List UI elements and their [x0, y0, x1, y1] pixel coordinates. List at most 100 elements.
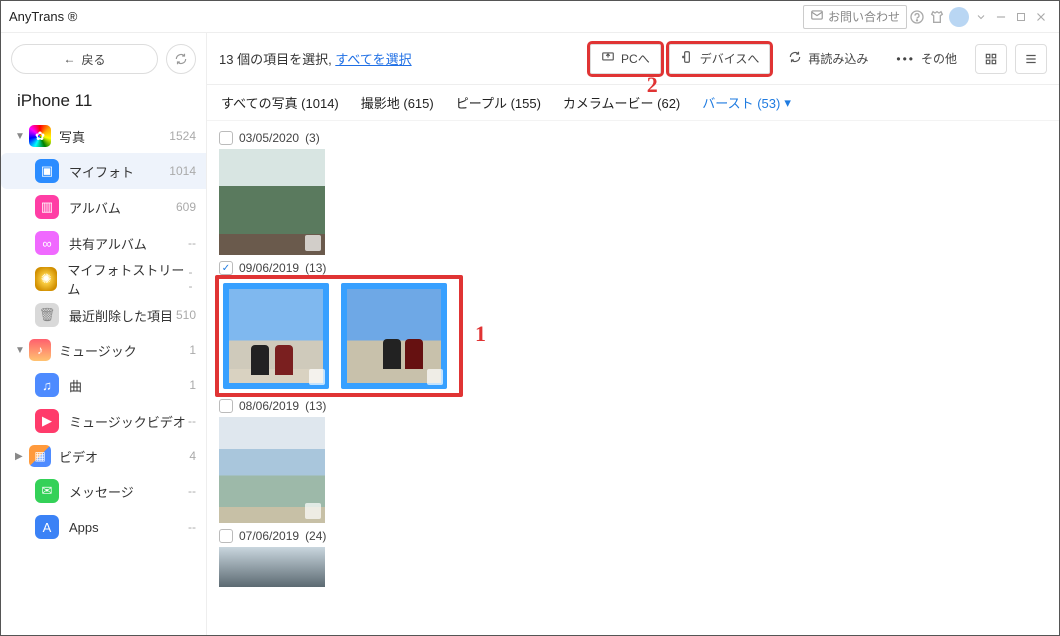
annotation-1: 1 — [475, 321, 486, 347]
device-icon — [680, 50, 694, 67]
item-count: -- — [189, 265, 196, 293]
video-icon: ▶ — [35, 409, 59, 433]
sidebar-section-photos[interactable]: ▼ ✿ 写真 1524 — [1, 119, 206, 153]
flower-icon: ✿ — [29, 125, 51, 147]
sidebar-item-deleted[interactable]: 🗑 最近削除した項目 510 — [1, 297, 206, 333]
close-icon[interactable] — [1031, 7, 1051, 27]
date-count: (13) — [305, 399, 326, 413]
item-count: -- — [188, 520, 196, 534]
date-group-header[interactable]: 07/06/2019 (24) — [219, 529, 1049, 543]
help-icon[interactable] — [907, 7, 927, 27]
stack-icon — [309, 369, 325, 385]
item-label: Apps — [69, 520, 99, 535]
chevron-down-icon: ▾ — [784, 95, 791, 111]
apps-icon: A — [35, 515, 59, 539]
trash-icon: 🗑 — [35, 303, 59, 327]
item-label: マイフォトストリーム — [67, 260, 188, 298]
select-all-link[interactable]: すべてを選択 — [335, 52, 411, 67]
sidebar-section-video[interactable]: ▶ ▦ ビデオ 4 — [1, 439, 206, 473]
minimize-icon[interactable] — [991, 7, 1011, 27]
photo-thumb[interactable] — [219, 417, 325, 523]
checkbox-icon[interactable] — [219, 399, 233, 413]
section-label: ミュージック — [59, 341, 137, 360]
date-count: (24) — [305, 529, 326, 543]
checkbox-checked-icon[interactable]: ✓ — [219, 261, 233, 275]
date-label: 03/05/2020 — [239, 131, 299, 145]
item-label: マイフォト — [69, 162, 134, 181]
date-group-header[interactable]: ✓ 09/06/2019 (13) — [219, 261, 1049, 275]
stack-icon — [305, 235, 321, 251]
to-device-button[interactable]: デバイスへ — [669, 44, 771, 74]
to-pc-button[interactable]: PCへ — [590, 44, 661, 74]
back-button[interactable]: ← 戻る — [11, 44, 158, 74]
date-group-header[interactable]: 08/06/2019 (13) — [219, 399, 1049, 413]
stack-icon — [305, 503, 321, 519]
selection-text: 13 個の項目を選択, すべてを選択 — [219, 49, 412, 68]
sidebar-item-messages[interactable]: ✉ メッセージ -- — [1, 473, 206, 509]
checkbox-icon[interactable] — [219, 529, 233, 543]
sidebar-item-apps[interactable]: A Apps -- — [1, 509, 206, 545]
video-tiles-icon: ▦ — [29, 445, 51, 467]
date-group-header[interactable]: 03/05/2020 (3) — [219, 131, 1049, 145]
tab-burst[interactable]: バースト (53) ▾ — [702, 93, 791, 112]
to-pc-label: PCへ — [621, 50, 650, 67]
main-panel: 13 個の項目を選択, すべてを選択 PCへ デバイスへ — [207, 33, 1059, 635]
tab-all-photos[interactable]: すべての写真 (1014) — [221, 93, 339, 112]
tshirt-icon[interactable] — [927, 7, 947, 27]
list-view-button[interactable] — [1015, 44, 1047, 74]
date-label: 08/06/2019 — [239, 399, 299, 413]
device-name: iPhone 11 — [1, 85, 206, 119]
checkbox-icon[interactable] — [219, 131, 233, 145]
photo-thumb-selected[interactable] — [341, 283, 447, 389]
photo-thumb-selected[interactable] — [223, 283, 329, 389]
sidebar-section-music[interactable]: ▼ ♪ ミュージック 1 — [1, 333, 206, 367]
tab-camera[interactable]: カメラムービー (62) — [563, 93, 680, 112]
date-count: (13) — [305, 261, 326, 275]
chevron-down-icon[interactable] — [971, 7, 991, 27]
app-window: AnyTrans ® お問い合わせ — [0, 0, 1060, 636]
grid-view-button[interactable] — [975, 44, 1007, 74]
date-label: 07/06/2019 — [239, 529, 299, 543]
photo-thumb[interactable] — [219, 149, 325, 255]
stack-icon — [427, 369, 443, 385]
item-label: 最近削除した項目 — [69, 306, 173, 325]
tabs: すべての写真 (1014) 撮影地 (615) ピープル (155) カメラムー… — [207, 85, 1059, 121]
item-count: -- — [188, 236, 196, 250]
photo-icon: ▣ — [35, 159, 59, 183]
section-label: 写真 — [59, 127, 85, 146]
selection-prefix: 13 個の項目を選択, — [219, 52, 332, 67]
item-count: 1014 — [169, 164, 196, 178]
sidebar-item-shared[interactable]: ∞ 共有アルバム -- — [1, 225, 206, 261]
reload-label: 再読み込み — [808, 50, 868, 67]
share-icon: ∞ — [35, 231, 59, 255]
arrow-left-icon: ← — [63, 52, 75, 66]
item-label: アルバム — [69, 198, 121, 217]
more-label: その他 — [921, 50, 957, 67]
sidebar: ← 戻る iPhone 11 ▼ ✿ 写真 1524 ▣ マイフォト — [1, 33, 207, 635]
contact-button[interactable]: お問い合わせ — [803, 5, 907, 29]
sidebar-item-album[interactable]: ▥ アルバム 609 — [1, 189, 206, 225]
contact-label: お問い合わせ — [828, 8, 900, 25]
to-device-label: デバイスへ — [700, 50, 760, 67]
item-count: 510 — [176, 308, 196, 322]
sidebar-item-stream[interactable]: ✺ マイフォトストリーム -- — [1, 261, 206, 297]
more-button[interactable]: ••• その他 — [886, 44, 967, 74]
sidebar-item-myphotos[interactable]: ▣ マイフォト 1014 — [1, 153, 206, 189]
envelope-icon — [810, 8, 824, 25]
back-label: 戻る — [81, 51, 105, 68]
sidebar-item-songs[interactable]: ♫ 曲 1 — [1, 367, 206, 403]
section-count: 1524 — [169, 129, 196, 143]
refresh-button[interactable] — [166, 44, 196, 74]
sidebar-item-musicvideo[interactable]: ▶ ミュージックビデオ -- — [1, 403, 206, 439]
item-label: 曲 — [69, 376, 82, 395]
tab-places[interactable]: 撮影地 (615) — [361, 93, 434, 112]
item-count: 609 — [176, 200, 196, 214]
photo-thumb[interactable] — [219, 547, 325, 587]
maximize-icon[interactable] — [1011, 7, 1031, 27]
item-label: ミュージックビデオ — [69, 412, 186, 431]
tab-people[interactable]: ピープル (155) — [456, 93, 541, 112]
item-count: 1 — [189, 378, 196, 392]
note-icon: ♫ — [35, 373, 59, 397]
reload-button[interactable]: 再読み込み — [778, 44, 878, 74]
avatar[interactable] — [949, 7, 969, 27]
